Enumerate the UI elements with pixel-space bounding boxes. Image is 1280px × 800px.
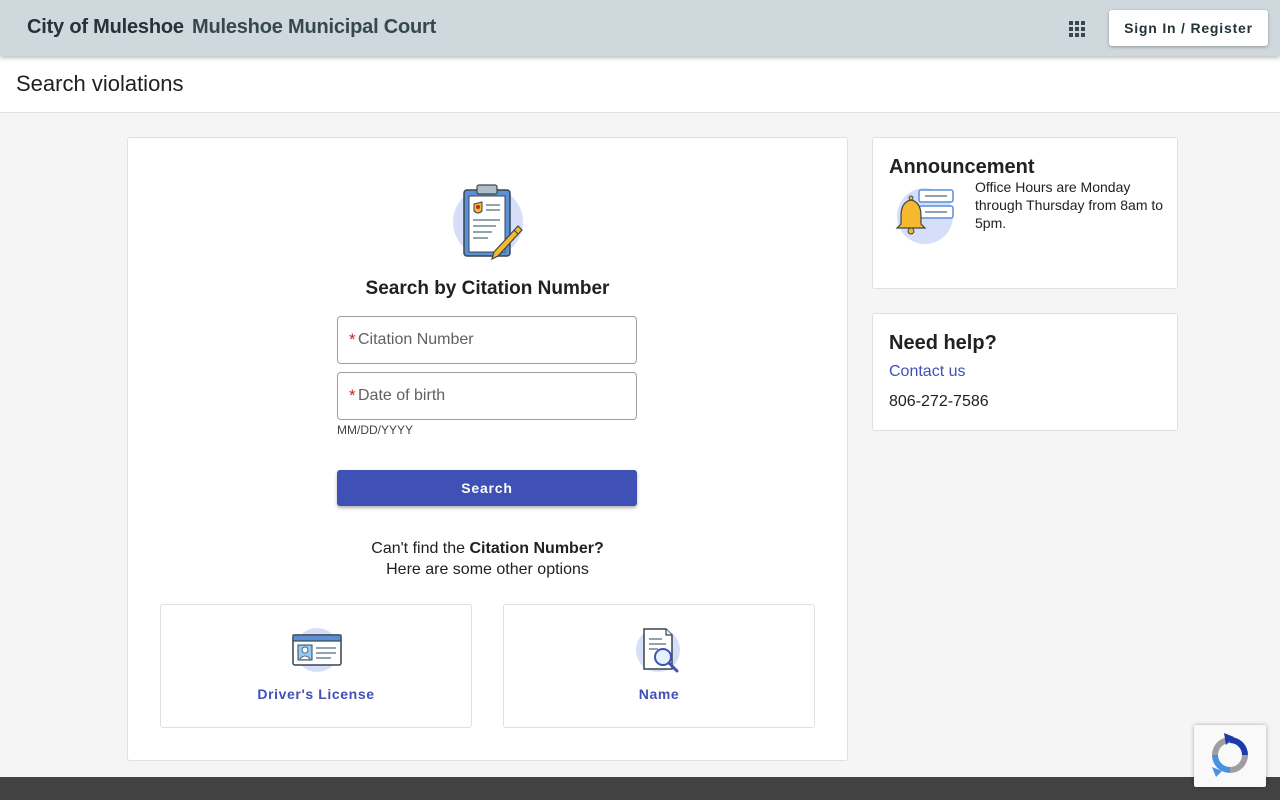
need-help-card: Need help? Contact us 806-272-7586 (872, 313, 1178, 431)
city-brand[interactable]: City of Muleshoe (27, 16, 184, 39)
name-label: Name (638, 686, 680, 702)
page-header: Search violations (0, 56, 1280, 113)
page-title: Search violations (16, 71, 184, 96)
announcement-text: Office Hours are Monday through Thursday… (975, 179, 1164, 231)
other-options-text: Here are some other options (386, 561, 589, 578)
recaptcha-icon (1212, 733, 1248, 777)
other-options-prompt: Can't find the Citation Number? Here are… (128, 538, 847, 580)
search-button[interactable]: Search (337, 470, 637, 506)
required-marker: * (349, 330, 356, 349)
recaptcha-badge[interactable] (1194, 725, 1266, 787)
announcement-card: Announcement Office Hours are Monday thr… (872, 137, 1178, 289)
announcement-title: Announcement (889, 156, 1035, 178)
drivers-license-label: Driver's License (257, 686, 375, 702)
date-format-hint: MM/DD/YYYY (337, 423, 414, 437)
cant-find-prefix: Can't find the (371, 540, 470, 557)
bell-notification-icon (895, 188, 954, 244)
date-of-birth-field[interactable]: * (337, 372, 637, 420)
cant-find-bold: Citation Number? (469, 540, 604, 557)
required-marker: * (349, 386, 356, 405)
id-card-icon (292, 628, 342, 672)
citation-search-card: Search by Citation Number * * MM/DD/YYYY… (127, 137, 848, 761)
clipboard-badge-icon (453, 184, 523, 261)
citation-number-input[interactable] (358, 318, 630, 362)
search-title: Search by Citation Number (365, 278, 610, 299)
citation-number-field[interactable]: * (337, 316, 637, 364)
apps-grid-icon[interactable] (1064, 16, 1090, 42)
date-of-birth-input[interactable] (358, 374, 630, 418)
sign-in-register-button[interactable]: Sign In / Register (1109, 10, 1268, 46)
search-by-name-option[interactable]: Name (503, 604, 815, 728)
search-by-drivers-license-option[interactable]: Driver's License (160, 604, 472, 728)
court-name[interactable]: Muleshoe Municipal Court (192, 16, 436, 39)
page-footer (0, 777, 1280, 800)
top-app-bar: City of Muleshoe Muleshoe Municipal Cour… (0, 0, 1280, 56)
phone-number: 806-272-7586 (889, 393, 989, 410)
document-search-icon (636, 628, 680, 673)
contact-us-link[interactable]: Contact us (889, 363, 965, 381)
need-help-title: Need help? (889, 332, 997, 354)
